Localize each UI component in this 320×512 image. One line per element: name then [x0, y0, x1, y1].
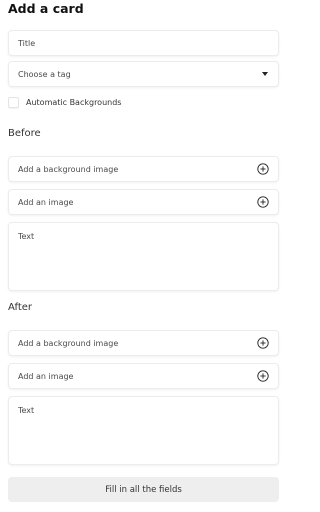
before-heading: Before: [8, 128, 41, 139]
before-text-placeholder: Text: [18, 232, 35, 241]
caret-down-icon: [262, 72, 268, 76]
before-add-image-button[interactable]: Add an image: [8, 189, 279, 215]
automatic-backgrounds-label: Automatic Backgrounds: [26, 98, 122, 107]
after-add-background-image-label: Add a background image: [18, 338, 119, 348]
before-text-area[interactable]: Text: [8, 222, 279, 291]
before-add-image-label: Add an image: [18, 197, 74, 207]
tag-select-placeholder: Choose a tag: [18, 69, 71, 79]
automatic-backgrounds-checkbox[interactable]: [8, 97, 19, 108]
title-input-placeholder: Title: [18, 38, 36, 48]
plus-circle-icon[interactable]: [257, 370, 269, 382]
after-text-placeholder: Text: [18, 406, 35, 415]
plus-circle-icon[interactable]: [257, 196, 269, 208]
after-text-area[interactable]: Text: [8, 396, 279, 465]
after-add-image-label: Add an image: [18, 371, 74, 381]
plus-circle-icon[interactable]: [257, 163, 269, 175]
page-title: Add a card: [8, 1, 84, 16]
title-input[interactable]: Title: [8, 30, 279, 56]
tag-select[interactable]: Choose a tag: [8, 61, 279, 87]
after-add-background-image-button[interactable]: Add a background image: [8, 330, 279, 356]
plus-circle-icon[interactable]: [257, 337, 269, 349]
automatic-backgrounds-option[interactable]: Automatic Backgrounds: [8, 97, 121, 108]
submit-button[interactable]: Fill in all the fields: [8, 477, 279, 502]
after-add-image-button[interactable]: Add an image: [8, 363, 279, 389]
after-heading: After: [8, 302, 33, 313]
before-add-background-image-button[interactable]: Add a background image: [8, 156, 279, 182]
add-card-page: Add a card Title Choose a tag Automatic …: [0, 0, 290, 512]
before-add-background-image-label: Add a background image: [18, 164, 119, 174]
